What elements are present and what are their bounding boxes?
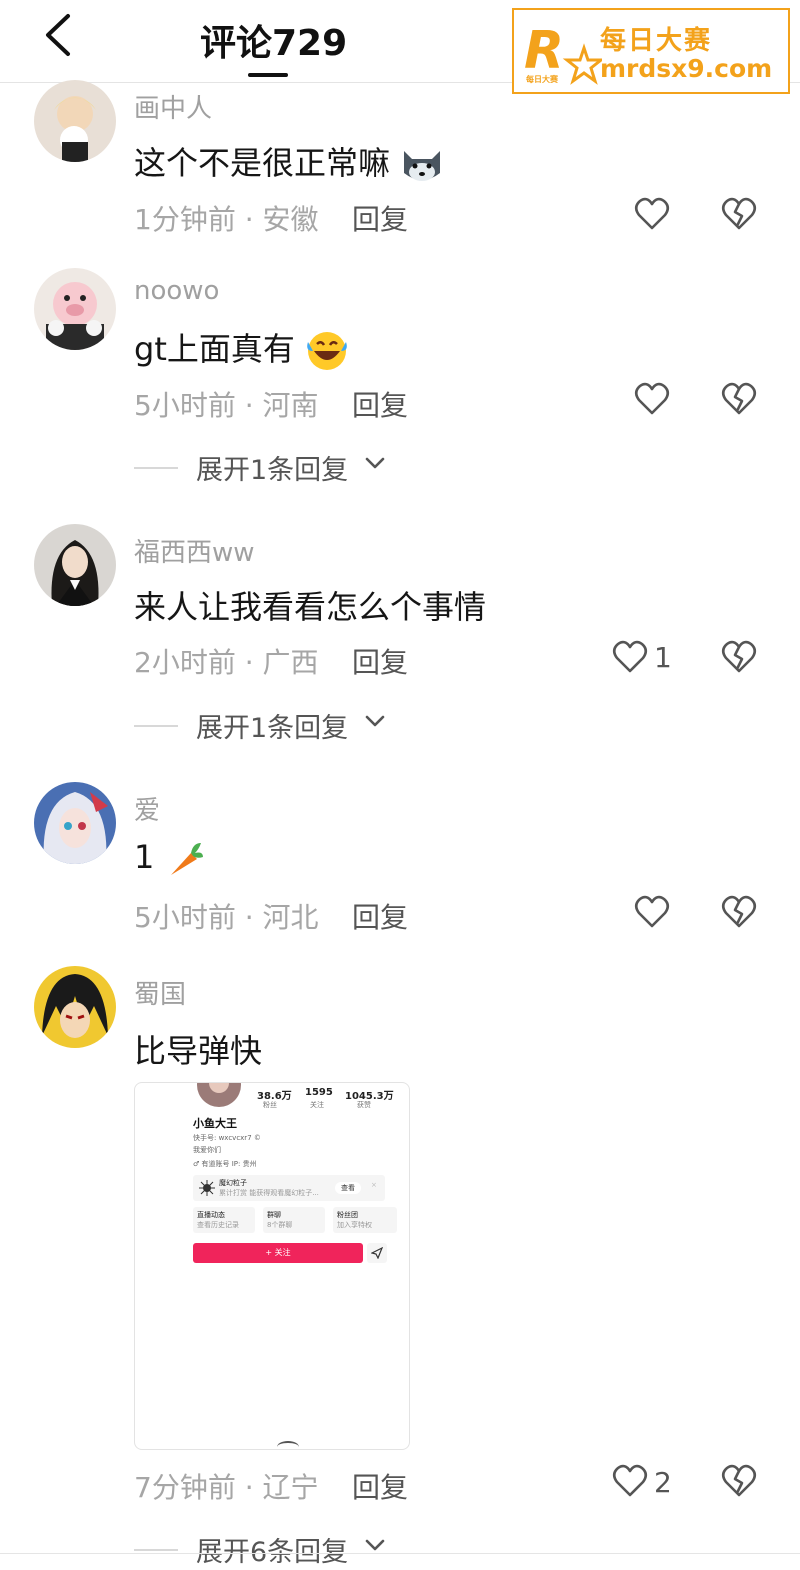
profile-cell: 群聊 8个群聊 (263, 1207, 325, 1233)
chevron-left-icon (46, 14, 70, 56)
watermark-logo-icon: R 每日大赛 (524, 21, 602, 85)
broken-heart-icon[interactable] (720, 894, 758, 930)
comment-username[interactable]: 福西西ww (134, 532, 255, 569)
profile-cell: 直播动态 查看历史记录 (193, 1207, 255, 1233)
avatar[interactable] (34, 268, 116, 350)
husky-emoji-icon (404, 151, 441, 181)
home-indicator (277, 1441, 299, 1449)
heart-icon[interactable] (612, 639, 648, 675)
comment-text: 比导弹快 (134, 1032, 263, 1070)
like-count: 2 (654, 1466, 672, 1499)
comment-username[interactable]: 爱 (134, 790, 160, 827)
broken-heart-icon[interactable] (720, 639, 758, 675)
divider (134, 725, 178, 727)
stat-label: 获赞 (357, 1101, 371, 1109)
avatar[interactable] (34, 966, 116, 1048)
comment-text: 来人让我看看怎么个事情 (134, 588, 487, 626)
heart-icon[interactable] (634, 196, 670, 232)
profile-feature-card: 魔幻粒子 累计打赏 能获得观看魔幻粒子... 查看 × (193, 1175, 385, 1201)
comment-username[interactable]: 画中人 (134, 88, 212, 125)
reply-button[interactable]: 回复 (352, 641, 408, 681)
carrot-emoji-icon (170, 843, 203, 875)
comment-meta: 5小时前 · 河南 (134, 389, 319, 422)
share-button (367, 1243, 387, 1263)
reply-button[interactable]: 回复 (352, 384, 408, 424)
broken-heart-icon[interactable] (720, 1463, 758, 1499)
watermark: R 每日大赛 每日大赛 mrdsx9.com (512, 8, 790, 94)
comment-meta: 7分钟前 · 辽宁 (134, 1471, 319, 1504)
chevron-down-icon (365, 715, 385, 727)
view-button: 查看 (335, 1182, 361, 1194)
comment-text: 这个不是很正常嘛 (134, 138, 444, 185)
profile-avatar-thumbnail (197, 1083, 241, 1107)
watermark-url: mrdsx9.com (600, 54, 773, 83)
reply-button[interactable]: 回复 (352, 1466, 408, 1506)
comment-meta: 5小时前 · 河北 (134, 901, 319, 934)
avatar[interactable] (34, 524, 116, 606)
comment-username[interactable]: 蜀国 (134, 974, 186, 1011)
comment-username[interactable]: noowo (134, 276, 219, 306)
heart-icon[interactable] (634, 381, 670, 417)
comment-image-attachment[interactable]: 38.6万 粉丝 1595 关注 1045.3万 获赞 小鱼大王 快手号: wx… (134, 1082, 410, 1450)
comment-text: 1 (134, 838, 205, 879)
broken-heart-icon[interactable] (720, 196, 758, 232)
send-icon (371, 1247, 383, 1259)
chevron-down-icon (365, 457, 385, 469)
profile-tags: ♂ 有道账号 IP: 贵州 (193, 1160, 257, 1168)
profile-bio: 我爱你们 (193, 1146, 221, 1154)
divider (134, 467, 178, 469)
avatar[interactable] (34, 80, 116, 162)
back-button[interactable] (40, 12, 80, 58)
expand-replies-label: 展开1条回复 (196, 713, 349, 744)
watermark-text: 每日大赛 (600, 26, 713, 56)
close-icon: × (371, 1181, 377, 1189)
reply-button[interactable]: 回复 (352, 896, 408, 936)
page-title: 评论729 (200, 23, 348, 64)
broken-heart-icon[interactable] (720, 381, 758, 417)
expand-replies-label: 展开1条回复 (196, 455, 349, 486)
divider (134, 1549, 178, 1551)
comment-text: gt上面真有 (134, 324, 349, 373)
heart-icon[interactable] (612, 1463, 648, 1499)
stat-label: 关注 (310, 1101, 324, 1109)
laugh-cry-emoji-icon (307, 332, 347, 370)
stat-value: 1595 (305, 1087, 333, 1098)
comment-meta: 1分钟前 · 安徽 (134, 203, 319, 236)
like-count: 1 (654, 641, 672, 674)
divider (0, 1553, 800, 1554)
follow-button: + 关注 (193, 1243, 363, 1263)
expand-replies-label: 展开6条回复 (196, 1537, 349, 1568)
heart-icon[interactable] (634, 894, 670, 930)
active-tab-indicator (248, 73, 288, 77)
stat-label: 粉丝 (263, 1101, 277, 1109)
svg-text:每日大赛: 每日大赛 (526, 74, 559, 84)
svg-text:R: R (524, 21, 564, 81)
profile-name: 小鱼大王 (193, 1117, 237, 1130)
avatar[interactable] (34, 782, 116, 864)
profile-cell: 粉丝团 加入享特权 (333, 1207, 397, 1233)
particle-icon (199, 1180, 215, 1196)
profile-id: 快手号: wxcvcxr7 © (193, 1134, 261, 1142)
reply-button[interactable]: 回复 (352, 198, 408, 238)
comment-meta: 2小时前 · 广西 (134, 646, 319, 679)
